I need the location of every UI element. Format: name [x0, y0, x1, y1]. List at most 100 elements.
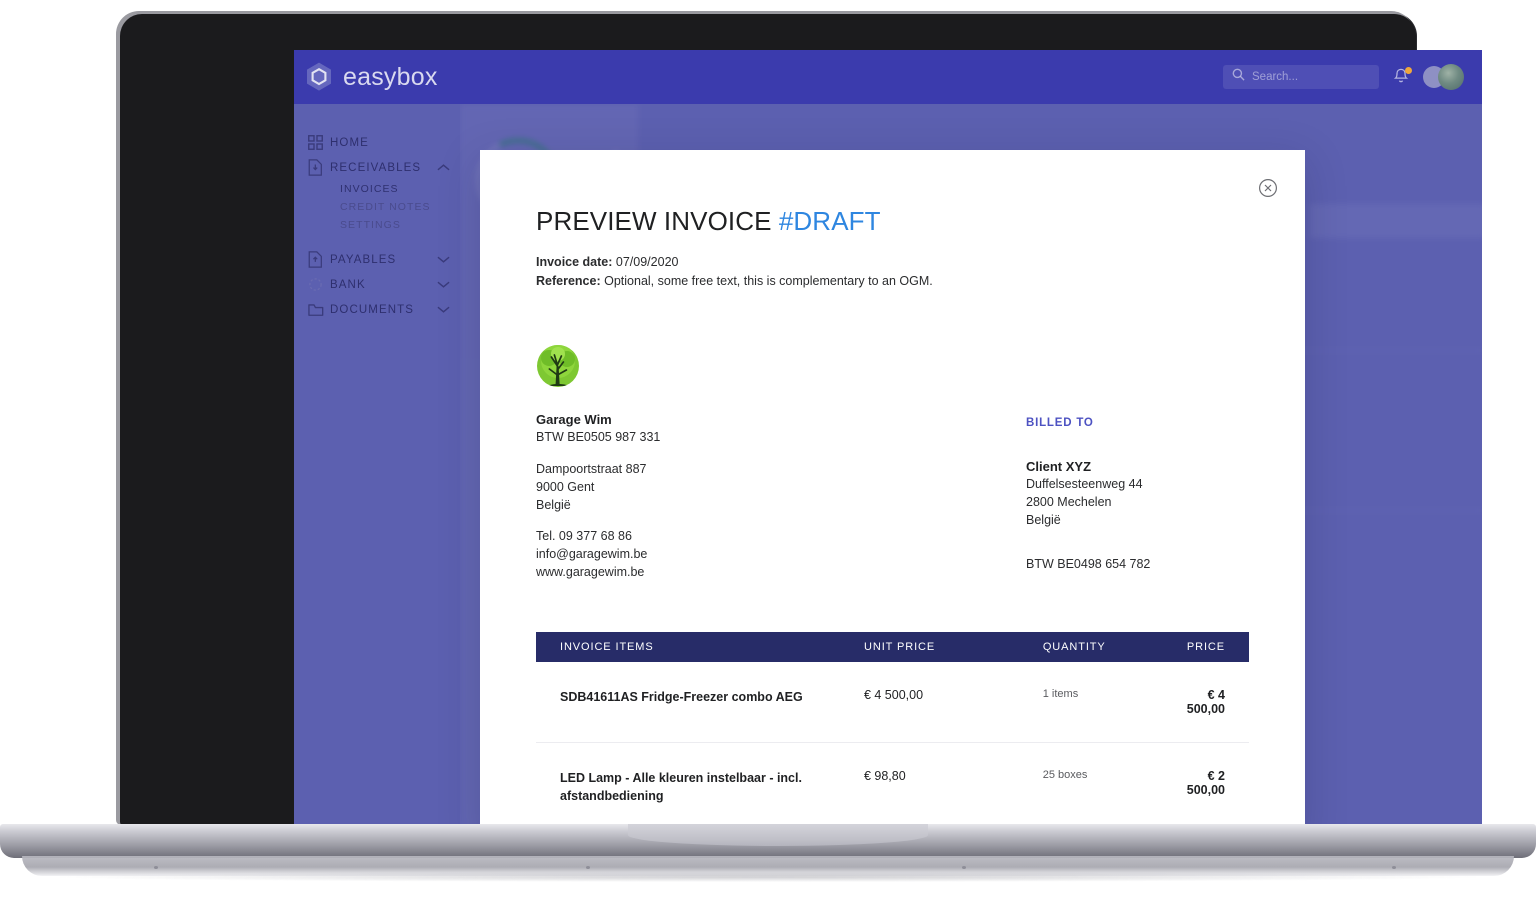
item-description: SDB41611AS Fridge-Freezer combo AEG: [536, 688, 864, 706]
sidebar-item-documents[interactable]: DOCUMENTS: [294, 297, 460, 322]
column-header-quantity: QUANTITY: [1043, 641, 1187, 653]
sidebar-item-label: BANK: [330, 279, 366, 291]
reference-line: Reference: Optional, some free text, thi…: [536, 272, 1249, 291]
search-placeholder: Search...: [1252, 71, 1298, 83]
sidebar-item-payables[interactable]: PAYABLES: [294, 247, 460, 272]
document-download-icon: [308, 159, 330, 176]
item-quantity: 25 boxes: [1043, 769, 1187, 781]
seller-name: Garage Wim: [536, 410, 1026, 430]
background-divider-1: [1286, 350, 1482, 351]
item-price: € 2 500,00: [1187, 769, 1249, 797]
seller-email: info@garagewim.be: [536, 546, 1026, 564]
chevron-down-icon[interactable]: [437, 280, 450, 289]
chevron-down-icon[interactable]: [437, 305, 450, 314]
invoice-date-line: Invoice date: 07/09/2020: [536, 253, 1249, 272]
buyer-address-line-2: 2800 Mechelen: [1026, 494, 1249, 512]
sidebar-item-settings[interactable]: SETTINGS: [340, 216, 460, 234]
sidebar: HOME RECEIVABLES: [294, 104, 460, 840]
seller-phone: Tel. 09 377 68 86: [536, 528, 1026, 546]
sidebar-spacer: [294, 234, 460, 247]
sidebar-item-label: HOME: [330, 137, 369, 149]
base-screw: [154, 866, 158, 869]
brand[interactable]: easybox: [304, 61, 438, 93]
laptop-base-notch: [628, 824, 928, 846]
background-divider-2: [1286, 510, 1482, 511]
buyer-address-line-1: Duffelsesteenweg 44: [1026, 476, 1249, 494]
search-input[interactable]: Search...: [1223, 65, 1379, 89]
page-title: PREVIEW INVOICE #DRAFT: [536, 206, 1249, 237]
preview-invoice-modal: PREVIEW INVOICE #DRAFT Invoice date: 07/…: [480, 150, 1305, 840]
laptop-shadow: [60, 872, 1476, 882]
invoice-date-value: 07/09/2020: [616, 255, 679, 269]
base-screw: [586, 866, 590, 869]
item-unit-price: € 4 500,00: [864, 688, 1043, 702]
buyer-block: BILLED TO Client XYZ Duffelsesteenweg 44…: [1026, 344, 1249, 582]
laptop-screen: ‹ Create invoice Create invoice: [294, 50, 1482, 840]
avatar[interactable]: [1423, 64, 1464, 90]
sidebar-item-home[interactable]: HOME: [294, 130, 460, 155]
seller-address-line-2: 9000 Gent: [536, 479, 1026, 497]
sidebar-subitem-label: INVOICES: [340, 183, 399, 195]
item-unit-price: € 98,80: [864, 769, 1043, 783]
preview-invoice-title: PREVIEW INVOICE: [536, 206, 772, 236]
reference-value: Optional, some free text, this is comple…: [604, 274, 933, 288]
background-field-1: [1310, 204, 1482, 238]
document-upload-icon: [308, 251, 330, 268]
sidebar-item-receivables[interactable]: RECEIVABLES: [294, 155, 460, 180]
buyer-name: Client XYZ: [1026, 457, 1249, 477]
seller-address-line-3: België: [536, 497, 1026, 515]
table-row: LED Lamp - Alle kleuren instelbaar - inc…: [536, 743, 1249, 831]
bell-icon: [1393, 72, 1409, 89]
sidebar-item-bank[interactable]: BANK: [294, 272, 460, 297]
invoice-items-table: INVOICE ITEMS UNIT PRICE QUANTITY PRICE …: [536, 632, 1249, 831]
sidebar-item-label: PAYABLES: [330, 254, 396, 266]
base-screw: [962, 866, 966, 869]
notification-badge: [1405, 67, 1412, 74]
grid-icon: [308, 135, 330, 150]
brand-name: easybox: [343, 63, 438, 92]
column-header-price: PRICE: [1187, 641, 1249, 653]
bank-icon: [308, 277, 330, 292]
item-description: LED Lamp - Alle kleuren instelbaar - inc…: [536, 769, 864, 805]
folder-icon: [308, 303, 330, 317]
buyer-address-line-3: België: [1026, 512, 1249, 530]
chevron-down-icon[interactable]: [437, 255, 450, 264]
billed-to-label: BILLED TO: [1026, 417, 1249, 429]
notifications-button[interactable]: [1393, 68, 1409, 86]
seller-address-line-1: Dampoortstraat 887: [536, 461, 1026, 479]
sidebar-item-credit-notes[interactable]: CREDIT NOTES: [340, 198, 460, 216]
user-avatar-photo: [1438, 64, 1464, 90]
tree-logo-image: [536, 344, 580, 388]
modal-body: PREVIEW INVOICE #DRAFT Invoice date: 07/…: [480, 150, 1305, 840]
column-header-unit-price: UNIT PRICE: [864, 641, 1043, 653]
buyer-vat: BTW BE0498 654 782: [1026, 556, 1249, 574]
app-header: easybox Search...: [294, 50, 1482, 104]
sidebar-subitem-label: SETTINGS: [340, 219, 401, 231]
sidebar-item-label: DOCUMENTS: [330, 304, 414, 316]
table-header-row: INVOICE ITEMS UNIT PRICE QUANTITY PRICE: [536, 632, 1249, 662]
item-price: € 4 500,00: [1187, 688, 1249, 716]
status-badge: #DRAFT: [779, 206, 881, 236]
sidebar-item-invoices[interactable]: INVOICES: [340, 180, 460, 198]
sidebar-subitem-label: CREDIT NOTES: [340, 201, 431, 213]
seller-vat: BTW BE0505 987 331: [536, 429, 1026, 447]
seller-block: Garage Wim BTW BE0505 987 331 Dampoortst…: [536, 344, 1026, 582]
seller-contact: Tel. 09 377 68 86 info@garagewim.be www.…: [536, 528, 1026, 581]
reference-label: Reference:: [536, 274, 601, 288]
hexagon-logo-icon: [304, 61, 334, 93]
column-header-items: INVOICE ITEMS: [536, 641, 864, 653]
header-actions: Search...: [1223, 64, 1464, 90]
seller-website: www.garagewim.be: [536, 564, 1026, 582]
screenshot-stage: ‹ Create invoice Create invoice: [0, 0, 1536, 901]
close-circle-icon[interactable]: [1258, 178, 1278, 198]
parties-section: Garage Wim BTW BE0505 987 331 Dampoortst…: [536, 344, 1249, 582]
chevron-up-icon[interactable]: [437, 163, 450, 172]
seller-address: Dampoortstraat 887 9000 Gent België: [536, 461, 1026, 514]
table-row: SDB41611AS Fridge-Freezer combo AEG € 4 …: [536, 662, 1249, 743]
search-icon: [1232, 68, 1245, 86]
invoice-date-label: Invoice date:: [536, 255, 612, 269]
laptop-lid: ‹ Create invoice Create invoice: [120, 14, 1416, 826]
sidebar-item-label: RECEIVABLES: [330, 162, 421, 174]
item-quantity: 1 items: [1043, 688, 1187, 700]
base-screw: [1392, 866, 1396, 869]
